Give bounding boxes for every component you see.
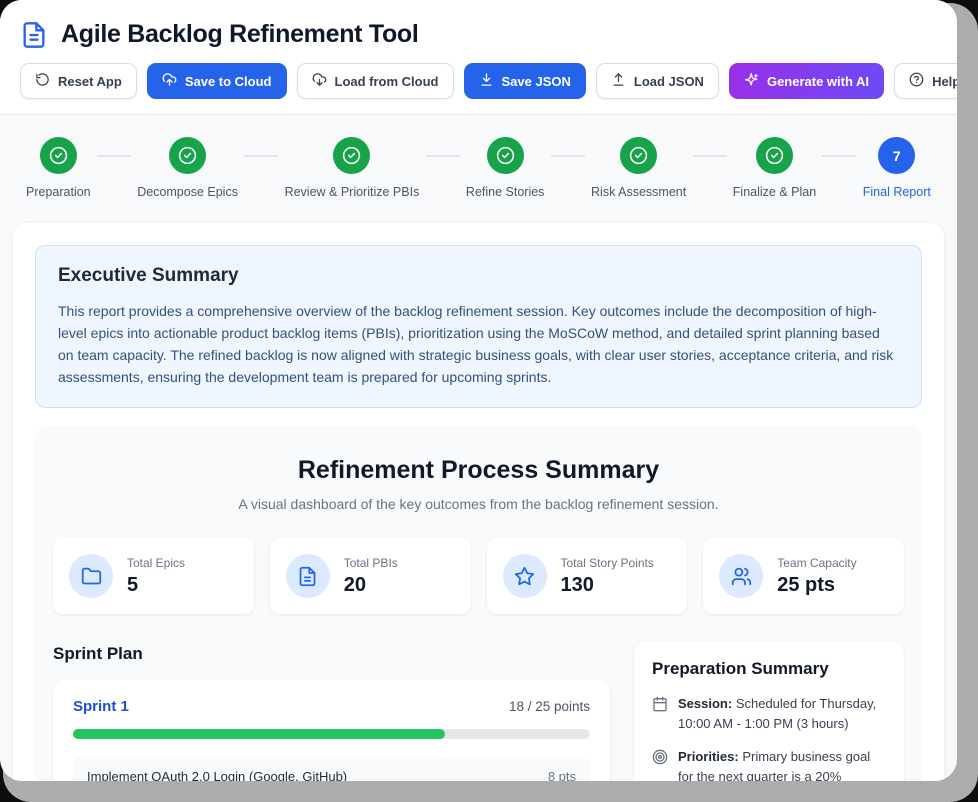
executive-summary-body: This report provides a comprehensive ove… [58,300,899,388]
preparation-summary-card: Preparation Summary Session: Scheduled f… [634,642,904,781]
progress-stepper: Preparation Decompose Epics Review & Pri… [0,115,957,215]
title-row: Agile Backlog Refinement Tool [20,20,937,49]
sprint-item-points: 8 pts [548,769,576,781]
file-text-icon [286,554,330,598]
load-json-button[interactable]: Load JSON [596,63,719,99]
reset-icon [35,72,50,90]
check-circle-icon [620,137,657,174]
stat-card-total-pbis: Total PBIs 20 [270,538,471,614]
stat-card-total-story-points: Total Story Points 130 [487,538,688,614]
step-connector [693,155,727,157]
prep-item-label: Priorities: [678,749,739,764]
calendar-icon [652,696,668,733]
prep-item-text: Priorities: Primary business goal for th… [678,747,886,781]
preparation-summary-title: Preparation Summary [652,659,886,679]
step-connector [551,155,585,157]
sprint-plan-column: Sprint Plan Sprint 1 18 / 25 points [53,642,610,781]
step-label: Review & Prioritize PBIs [285,185,420,199]
check-circle-icon [487,137,524,174]
prep-item-label: Session: [678,696,732,711]
step-finalize-plan[interactable]: Finalize & Plan [733,137,816,199]
stat-label: Total Epics [127,556,185,570]
step-connector [426,155,460,157]
target-icon [652,749,668,781]
step-number-badge: 7 [878,137,915,174]
screenshot-stage: Agile Backlog Refinement Tool Reset App … [0,0,978,802]
save-to-cloud-button[interactable]: Save to Cloud [147,63,287,99]
step-label: Preparation [26,185,91,199]
step-label: Decompose Epics [137,185,238,199]
step-final-report[interactable]: 7 Final Report [863,137,931,199]
sprint-card: Sprint 1 18 / 25 points Implement OAuth … [53,680,610,781]
sprint-item-title: Implement OAuth 2.0 Login (Google, GitHu… [87,769,347,781]
cloud-download-icon [312,72,327,90]
step-review-prioritize[interactable]: Review & Prioritize PBIs [285,137,420,199]
load-from-cloud-button[interactable]: Load from Cloud [297,63,454,99]
prep-item-session: Session: Scheduled for Thursday, 10:00 A… [652,694,886,733]
summary-columns: Sprint Plan Sprint 1 18 / 25 points [53,642,904,781]
check-circle-icon [169,137,206,174]
file-text-icon [20,21,48,49]
sprint-progress-fill [73,729,445,739]
step-label: Refine Stories [466,185,545,199]
sprint-name: Sprint 1 [73,698,129,715]
step-connector [822,155,856,157]
process-summary-subtitle: A visual dashboard of the key outcomes f… [53,496,904,512]
download-icon [479,72,494,90]
stat-value: 5 [127,574,185,597]
stat-card-total-epics: Total Epics 5 [53,538,254,614]
process-summary-panel: Refinement Process Summary A visual dash… [35,426,922,781]
app-header: Agile Backlog Refinement Tool Reset App … [0,0,957,115]
step-refine-stories[interactable]: Refine Stories [466,137,545,199]
upload-icon [611,72,626,90]
page-title: Agile Backlog Refinement Tool [61,20,419,49]
check-circle-icon [333,137,370,174]
stat-value: 130 [561,574,654,597]
sprint-progress-track [73,729,590,739]
step-risk-assessment[interactable]: Risk Assessment [591,137,686,199]
report-card: Executive Summary This report provides a… [13,223,944,781]
check-circle-icon [40,137,77,174]
stat-label: Total Story Points [561,556,654,570]
stat-value: 20 [344,574,398,597]
sprint-item[interactable]: Implement OAuth 2.0 Login (Google, GitHu… [73,757,590,781]
process-summary-title: Refinement Process Summary [53,456,904,485]
step-preparation[interactable]: Preparation [26,137,91,199]
prep-item-priorities: Priorities: Primary business goal for th… [652,747,886,781]
generate-with-ai-button[interactable]: Generate with AI [729,63,884,99]
stat-card-team-capacity: Team Capacity 25 pts [703,538,904,614]
users-icon [719,554,763,598]
step-connector [244,155,278,157]
stat-label: Total PBIs [344,556,398,570]
folder-icon [69,554,113,598]
executive-summary-title: Executive Summary [58,265,899,287]
stat-value: 25 pts [777,574,856,597]
stat-label: Team Capacity [777,556,856,570]
prep-item-text: Session: Scheduled for Thursday, 10:00 A… [678,694,886,733]
cloud-upload-icon [162,72,177,90]
help-button[interactable]: Help [894,63,957,99]
executive-summary-box: Executive Summary This report provides a… [35,245,922,408]
sprint-plan-heading: Sprint Plan [53,644,610,664]
stats-row: Total Epics 5 Total PBIs 20 [53,538,904,614]
sprint-item-list: Implement OAuth 2.0 Login (Google, GitHu… [69,757,594,781]
step-label: Finalize & Plan [733,185,816,199]
reset-app-button[interactable]: Reset App [20,63,137,99]
sprint-header: Sprint 1 18 / 25 points [69,698,594,715]
sparkles-icon [744,72,759,90]
toolbar: Reset App Save to Cloud Load from Cloud … [20,63,937,114]
step-decompose-epics[interactable]: Decompose Epics [137,137,238,199]
star-icon [503,554,547,598]
step-label: Final Report [863,185,931,199]
help-circle-icon [909,72,924,90]
sprint-points-label: 18 / 25 points [509,699,590,714]
save-json-button[interactable]: Save JSON [464,63,586,99]
step-connector [97,155,131,157]
check-circle-icon [756,137,793,174]
step-label: Risk Assessment [591,185,686,199]
app-window: Agile Backlog Refinement Tool Reset App … [0,0,957,781]
